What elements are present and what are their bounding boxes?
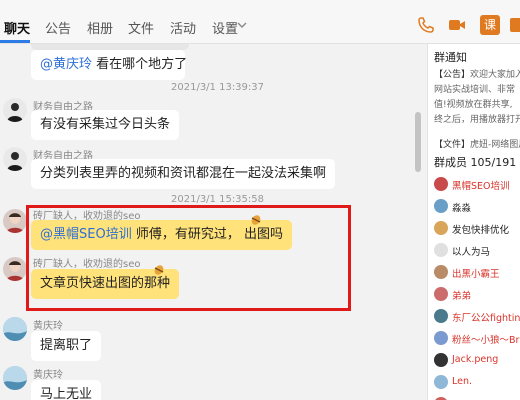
group-info-panel: 群通知 【公告】欢迎大家加入群 网站实战培训、非常 值!视频放在群共享, 终之后… [427,44,520,400]
member-avatar[interactable] [434,199,448,213]
avatar[interactable] [3,147,27,171]
member-name: 黑帽SEO培训 [452,181,510,192]
mention-link[interactable]: @黄庆玲 [40,57,92,72]
avatar[interactable] [3,209,27,233]
member-row[interactable]: 弟弟 [428,284,520,306]
sender-name: 黄庆玲 [33,370,63,381]
member-avatar[interactable] [434,287,448,301]
phone-icon[interactable] [416,15,436,35]
video-icon[interactable] [447,15,467,35]
message-text: 马上无业 [40,387,93,400]
timestamp: 2021/3/1 15:35:58 [171,194,265,205]
message-text: 分类列表里弄的视频和资讯都混在一起没法采集啊 [40,166,327,181]
sender-name: 黄庆玲 [33,321,63,332]
member-avatar[interactable] [434,243,448,257]
notice-content[interactable]: 【公告】欢迎大家加入群 网站实战培训、非常 值!视频放在群共享, 终之后，用播放… [434,68,520,153]
member-avatar[interactable] [434,265,448,279]
active-tab-indicator [0,40,30,43]
member-avatar[interactable] [434,177,448,191]
member-row[interactable]: 发包快排优化 [428,218,520,240]
notice-title[interactable]: 群通知 [434,49,467,65]
tab-album[interactable]: 相册 [87,18,113,37]
more-icon[interactable] [508,15,520,35]
tab-chat[interactable]: 聊天 [4,18,30,37]
message-bubble: 有没有采集过今日头条 [31,110,180,140]
tab-files[interactable]: 文件 [128,18,154,37]
member-row[interactable]: 粉丝～小狼～Bruce [428,328,520,350]
member-row[interactable]: 淼淼 [428,196,520,218]
message-text: 提离职了 [40,338,93,353]
member-avatar[interactable] [434,309,448,323]
message-bubble: @黄庆玲 看在哪个地方了 [31,50,188,80]
message-bubble: 分类列表里弄的视频和资讯都混在一起没法采集啊 [31,159,336,189]
member-name: 以人为马 [452,247,491,258]
member-avatar[interactable] [434,353,448,367]
avatar[interactable] [3,98,27,122]
member-name: 粉丝～小狼～Bruce [452,335,520,346]
member-name: 发包快排优化 [452,225,510,236]
avatar[interactable] [3,366,27,390]
tab-announcement[interactable]: 公告 [45,18,71,37]
timestamp: 2021/3/1 13:39:37 [171,82,265,93]
lesson-icon[interactable]: 课 [480,15,500,35]
annotation-highlight-box [26,205,351,311]
member-name: Jack.peng [452,354,499,365]
member-name: 淼淼 [452,203,472,214]
member-row[interactable]: 以人为马 [428,240,520,262]
top-tab-bar: 聊天 公告 相册 文件 活动 设置 课 [0,0,520,44]
member-name: 东厂公公fighting [452,313,520,324]
message-text: 有没有采集过今日头条 [40,117,171,132]
member-name: Len. [452,376,473,387]
member-avatar[interactable] [434,331,448,345]
tab-settings[interactable]: 设置 [212,18,238,37]
avatar[interactable] [3,317,27,341]
member-row[interactable]: 良仔哥哥 [428,394,520,400]
member-row[interactable]: 东厂公公fighting [428,306,520,328]
tab-activity[interactable]: 活动 [170,18,196,37]
member-row[interactable]: Len. [428,372,520,394]
member-name: 出黑小霸王 [452,269,500,280]
group-chat-window: 聊天 公告 相册 文件 活动 设置 课 @黄庆玲 看在哪个地方了 2021/3/… [0,0,520,400]
member-row[interactable]: 出黑小霸王 [428,262,520,284]
message-bubble: 提离职了 [31,331,102,361]
member-name: 弟弟 [452,291,472,302]
message-text: 看在哪个地方了 [92,57,188,72]
avatar[interactable] [3,257,27,281]
member-row[interactable]: Jack.peng [428,350,520,372]
chevron-down-icon[interactable] [236,19,248,31]
chat-scrollbar[interactable] [414,44,422,400]
member-avatar[interactable] [434,375,448,389]
members-title: 群成员 105/191 [434,156,517,169]
member-avatar[interactable] [434,221,448,235]
message-bubble: 马上无业 [31,380,102,400]
chat-scrollbar-thumb[interactable] [415,112,421,172]
member-row[interactable]: 黑帽SEO培训 [428,174,520,196]
